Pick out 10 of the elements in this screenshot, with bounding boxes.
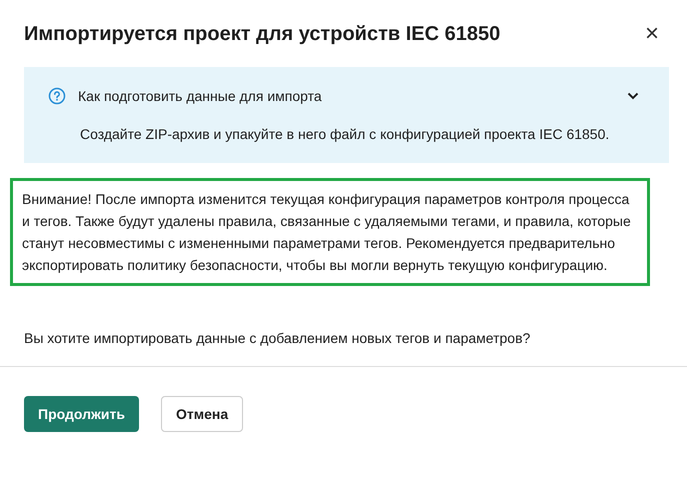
help-icon xyxy=(48,87,66,105)
dialog-title: Импортируется проект для устройств IEC 61850 xyxy=(24,22,500,46)
close-button[interactable]: × xyxy=(640,20,663,48)
chevron-icon[interactable] xyxy=(627,92,639,100)
info-title: Как подготовить данные для импорта xyxy=(78,88,323,104)
question-text: Вы хотите импортировать данные с добавлением новых тегов и параметров? xyxy=(24,330,532,346)
info-text: Создайте ZIP-архив и упакуйте в него файл с конфигурацией проекта IEC 61850. xyxy=(80,125,610,144)
warning-text: Внимание! После импорта изменится текущая конфигурация параметров контроля процесса и тегов. Также будут удалены правила, связанные с удаляемыми тегами, и правила, которые станут несовместимы с измененными параметрами тегов. Рекомендуется предварительно экспортировать политику безопасности, чтобы вы могли вернуть текущую конфигурацию. xyxy=(10,178,650,286)
continue-button[interactable]: Продолжить xyxy=(24,396,139,432)
cancel-button[interactable]: Отмена xyxy=(160,396,244,432)
